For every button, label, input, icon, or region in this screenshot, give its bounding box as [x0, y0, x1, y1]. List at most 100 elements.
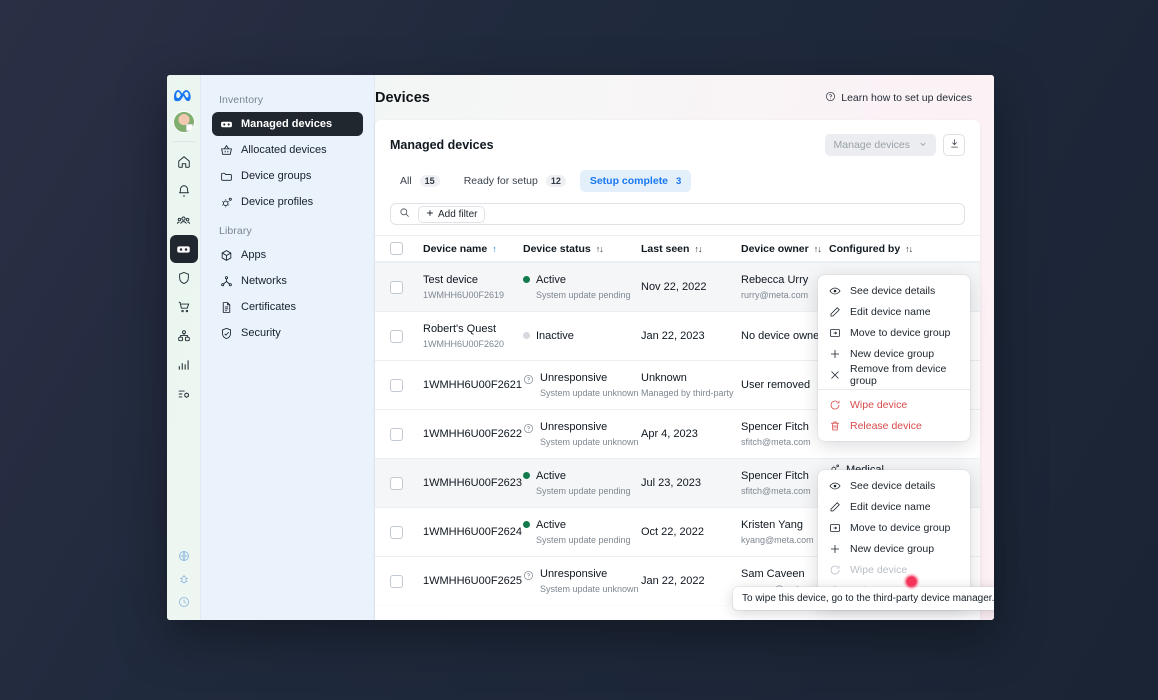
menu-item-move-to-device-group[interactable]: Move to device group	[818, 517, 970, 538]
plus-icon	[426, 209, 434, 220]
menu-item-move-to-device-group[interactable]: Move to device group	[818, 322, 970, 343]
tab-label: Ready for setup	[464, 175, 538, 187]
export-button[interactable]	[943, 134, 965, 156]
row-context-menu-top[interactable]: See device details Edit device name Move…	[818, 275, 970, 441]
menu-item-label: Move to device group	[850, 522, 950, 534]
menu-item-label: New device group	[850, 543, 934, 555]
rail-item-settings[interactable]	[170, 380, 198, 408]
menu-item-label: Remove from device group	[850, 363, 959, 387]
cell-device-name: 1WMHH6U00F2625	[423, 574, 523, 589]
column-header-configured-by[interactable]: Configured by ↑↓	[829, 243, 965, 255]
status-dot-inactive	[523, 332, 530, 339]
main-area: Devices Learn how to set up devices Mana…	[375, 75, 994, 620]
status-sub: System update pending	[536, 485, 631, 497]
rail-item-cart[interactable]	[170, 293, 198, 321]
cell-device-status: Unresponsive System update unknown	[523, 567, 641, 595]
select-all-checkbox[interactable]	[390, 242, 403, 255]
menu-item-label: New device group	[850, 348, 934, 360]
tab-all[interactable]: All 15	[390, 170, 450, 192]
filter-tabs: All 15 Ready for setup 12 Setup complete…	[390, 170, 965, 192]
learn-how-to-set-up-devices-link[interactable]: Learn how to set up devices	[825, 91, 972, 105]
tab-setup-complete[interactable]: Setup complete 3	[580, 170, 691, 192]
sidebar-item-label: Certificates	[241, 301, 296, 313]
last-seen: Oct 22, 2022	[641, 525, 741, 540]
status-sub: System update pending	[536, 534, 631, 546]
sidebar-item-device-profiles[interactable]: Device profiles	[212, 190, 363, 214]
column-label: Configured by	[829, 243, 900, 255]
clock-icon[interactable]	[170, 591, 198, 613]
cell-device-status: Active System update pending	[523, 469, 641, 497]
sidebar-item-label: Device groups	[241, 170, 311, 182]
column-header-last-seen[interactable]: Last seen ↑↓	[641, 243, 741, 255]
column-header-device-owner[interactable]: Device owner ↑↓	[741, 243, 829, 255]
device-name: Robert's Quest	[423, 322, 523, 337]
column-header-device-name[interactable]: Device name ↑	[423, 243, 523, 255]
x-icon	[829, 369, 841, 381]
row-checkbox[interactable]	[390, 281, 403, 294]
row-checkbox[interactable]	[390, 526, 403, 539]
status-sub: System update unknown	[540, 436, 639, 448]
manage-devices-button[interactable]: Manage devices	[825, 134, 936, 156]
globe-icon[interactable]	[170, 545, 198, 567]
question-circle-icon	[523, 372, 534, 390]
menu-item-edit-device-name[interactable]: Edit device name	[818, 496, 970, 517]
eye-icon	[829, 480, 841, 492]
sidebar-item-networks[interactable]: Networks	[212, 269, 363, 293]
tab-ready-for-setup[interactable]: Ready for setup 12	[454, 170, 576, 192]
add-filter-button[interactable]: Add filter	[418, 206, 485, 223]
sort-icon: ↑↓	[596, 244, 603, 254]
sidebar-item-device-groups[interactable]: Device groups	[212, 164, 363, 188]
cell-device-status: Inactive	[523, 329, 641, 344]
sidebar-item-managed-devices[interactable]: Managed devices	[212, 112, 363, 136]
cell-device-status: Unresponsive System update unknown	[523, 371, 641, 399]
menu-item-see-device-details[interactable]: See device details	[818, 475, 970, 496]
last-seen: Nov 22, 2022	[641, 280, 741, 295]
sidebar-item-allocated-devices[interactable]: Allocated devices	[212, 138, 363, 162]
status-label: Unresponsive	[540, 420, 639, 435]
rail-item-devices[interactable]	[170, 235, 198, 263]
rail-item-analytics[interactable]	[170, 351, 198, 379]
rail-item-shield[interactable]	[170, 264, 198, 292]
sidebar-item-apps[interactable]: Apps	[212, 243, 363, 267]
rail-item-org-chart[interactable]	[170, 322, 198, 350]
menu-item-new-device-group[interactable]: New device group	[818, 343, 970, 364]
row-checkbox[interactable]	[390, 428, 403, 441]
bug-icon[interactable]	[170, 568, 198, 590]
cell-last-seen: Jan 22, 2023	[641, 329, 741, 344]
row-checkbox[interactable]	[390, 575, 403, 588]
status-label: Active	[536, 273, 631, 288]
row-checkbox[interactable]	[390, 379, 403, 392]
row-checkbox[interactable]	[390, 330, 403, 343]
owner-name: Sam Caveen	[741, 567, 829, 582]
menu-item-edit-device-name[interactable]: Edit device name	[818, 301, 970, 322]
owner-email: sfitch@meta.com	[741, 436, 829, 448]
menu-item-release-device[interactable]: Release device	[818, 415, 970, 436]
menu-item-remove-from-device-group[interactable]: Remove from device group	[818, 364, 970, 385]
sidebar-item-label: Managed devices	[241, 118, 332, 130]
last-seen: Jul 23, 2023	[641, 476, 741, 491]
sidebar-item-security[interactable]: Security	[212, 321, 363, 345]
rail-item-people[interactable]	[170, 206, 198, 234]
column-label: Device status	[523, 243, 591, 255]
row-checkbox[interactable]	[390, 477, 403, 490]
menu-item-wipe-device[interactable]: Wipe device	[818, 394, 970, 415]
menu-item-see-device-details[interactable]: See device details	[818, 280, 970, 301]
cell-last-seen: Unknown Managed by third-party	[641, 371, 741, 399]
vr-headset-icon	[220, 118, 233, 131]
avatar[interactable]	[173, 111, 195, 133]
table-header-row: Device name ↑ Device status ↑↓ Last seen…	[375, 235, 980, 262]
row-context-menu-bottom[interactable]: See device details Edit device name Move…	[818, 470, 970, 606]
sidebar-item-certificates[interactable]: Certificates	[212, 295, 363, 319]
cell-device-name: 1WMHH6U00F2623	[423, 476, 523, 491]
device-name: Test device	[423, 273, 523, 288]
cell-last-seen: Nov 22, 2022	[641, 280, 741, 295]
device-name: 1WMHH6U00F2622	[423, 427, 523, 442]
column-header-device-status[interactable]: Device status ↑↓	[523, 243, 641, 255]
meta-logo-icon[interactable]	[171, 83, 197, 107]
gear-icon	[220, 196, 233, 209]
rail-item-notifications[interactable]	[170, 177, 198, 205]
owner-email: kyang@meta.com	[741, 534, 829, 546]
rail-item-home[interactable]	[170, 148, 198, 176]
search-filter-bar[interactable]: Add filter	[390, 203, 965, 225]
menu-item-new-device-group[interactable]: New device group	[818, 538, 970, 559]
